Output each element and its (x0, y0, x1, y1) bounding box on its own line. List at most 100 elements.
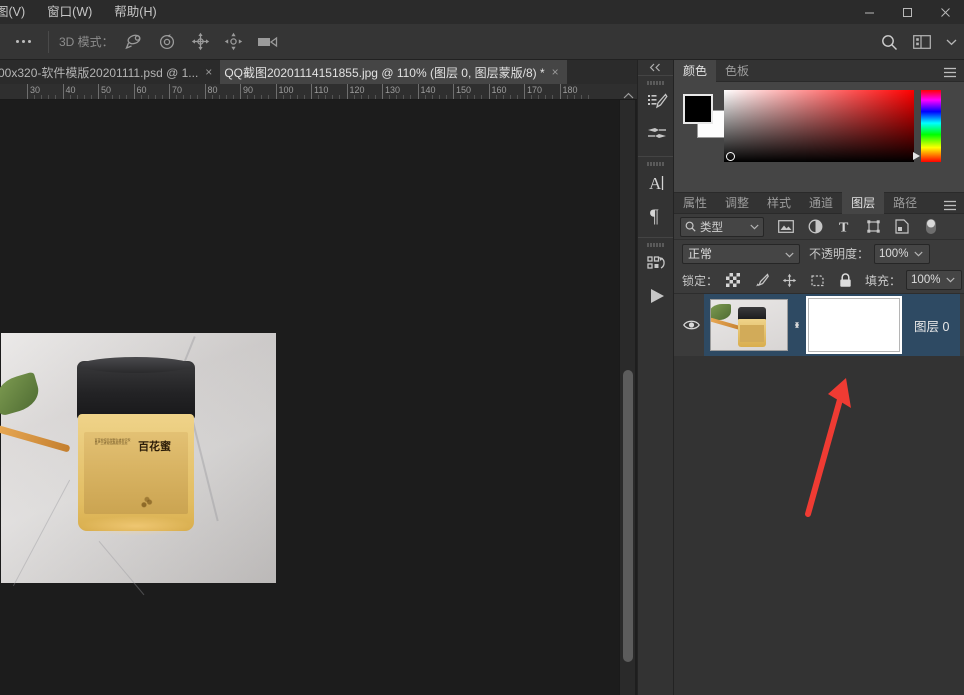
menu-help[interactable]: 帮助(H) (103, 0, 167, 24)
ruler-minor-tick (552, 95, 553, 99)
tab-layers[interactable]: 图层 (842, 192, 884, 214)
layer-filter-kind-select[interactable]: 类型 (680, 217, 764, 237)
lock-image-icon[interactable] (753, 272, 769, 288)
slide-3d-icon[interactable] (223, 31, 245, 53)
ruler-minor-tick (105, 95, 106, 99)
document-tab-2[interactable]: QQ截图20201114151855.jpg @ 110% (图层 0, 图层蒙… (220, 60, 566, 84)
brush-presets-icon[interactable] (638, 86, 675, 118)
ruler-tick-label: 110 (314, 85, 328, 95)
layer-filter-icons: T (777, 218, 940, 236)
ruler-minor-tick (474, 95, 475, 99)
layer-row[interactable]: 图层 0 (674, 294, 964, 356)
filter-adjustment-icon[interactable] (806, 218, 824, 236)
layer-name[interactable]: 图层 0 (914, 316, 949, 335)
roll-3d-icon[interactable] (157, 31, 179, 53)
scrollbar-thumb[interactable] (623, 370, 633, 662)
filter-toggle-icon[interactable] (922, 218, 940, 236)
lock-position-icon[interactable] (781, 272, 797, 288)
fill-field[interactable]: 100% (906, 270, 962, 290)
maximize-icon[interactable] (888, 0, 926, 24)
tab-adjustments[interactable]: 调整 (716, 192, 758, 214)
chevron-down-icon[interactable] (944, 35, 958, 49)
chevron-down-icon[interactable] (946, 274, 955, 286)
canvas-vertical-scrollbar[interactable] (619, 100, 635, 695)
ruler-tick-label: 50 (101, 85, 111, 95)
blend-mode-select[interactable]: 正常 (682, 244, 800, 264)
ruler-minor-tick (361, 95, 362, 99)
eye-icon[interactable] (678, 319, 704, 331)
ruler-minor-tick (233, 95, 234, 99)
lock-all-icon[interactable] (837, 272, 853, 288)
tab-paths[interactable]: 路径 (884, 192, 926, 214)
tab-swatches[interactable]: 色板 (716, 60, 758, 82)
ruler-minor-tick (112, 95, 113, 99)
filter-smartobject-icon[interactable] (893, 218, 911, 236)
filter-shape-icon[interactable] (864, 218, 882, 236)
blend-mode-value: 正常 (688, 245, 712, 262)
ruler-tick-label: 130 (385, 85, 400, 95)
panel-menu-icon[interactable] (943, 65, 957, 83)
document-tab-1[interactable]: 00x320-软件模版20201111.psd @ 1... × (0, 60, 220, 84)
brush-settings-icon[interactable] (638, 118, 675, 150)
filter-type-icon[interactable]: T (835, 218, 853, 236)
lock-transparency-icon[interactable] (725, 272, 741, 288)
filter-pixel-icon[interactable] (777, 218, 795, 236)
ruler-minor-tick (70, 95, 71, 99)
color-picker-marker[interactable] (726, 152, 735, 161)
ruler-minor-tick (503, 95, 504, 99)
tab-color[interactable]: 颜色 (674, 60, 716, 82)
ruler-minor-tick (481, 95, 482, 99)
layer-selected-row[interactable]: 图层 0 (704, 294, 960, 356)
blend-mode-row: 正常 不透明度： 100% (674, 240, 964, 267)
chevron-down-icon[interactable] (785, 247, 794, 261)
minimize-icon[interactable] (850, 0, 888, 24)
menu-window[interactable]: 窗口(W) (36, 0, 103, 24)
paragraph-panel-icon[interactable]: ¶ (638, 199, 675, 231)
panel-menu-icon[interactable] (943, 198, 957, 216)
chevron-down-icon[interactable] (914, 248, 923, 260)
close-tab-icon[interactable]: × (205, 65, 212, 79)
camera-3d-icon[interactable] (256, 31, 278, 53)
link-mask-icon[interactable] (788, 318, 806, 332)
fill-label: 填充： (865, 272, 901, 289)
chevron-up-icon[interactable] (623, 87, 634, 100)
ruler-minor-tick (339, 95, 340, 99)
close-tab-icon[interactable]: × (552, 65, 559, 79)
close-icon[interactable] (926, 0, 964, 24)
options-bar: 3D 模式： (0, 24, 964, 60)
color-spectrum[interactable] (724, 90, 914, 162)
history-panel-icon[interactable] (638, 248, 675, 280)
opacity-field[interactable]: 100% (874, 244, 930, 264)
tab-channels[interactable]: 通道 (800, 192, 842, 214)
opacity-label: 不透明度： (809, 245, 869, 262)
ruler-minor-tick (588, 95, 589, 99)
lock-artboard-icon[interactable] (809, 272, 825, 288)
ruler-minor-tick (332, 95, 333, 99)
chevron-down-icon[interactable] (750, 221, 759, 233)
ruler-minor-tick (325, 95, 326, 99)
hue-slider-marker[interactable] (913, 148, 921, 166)
options-divider (48, 31, 49, 53)
tab-properties[interactable]: 属性 (674, 192, 716, 214)
menu-view[interactable]: 图(V) (0, 0, 36, 24)
collapse-panels-icon[interactable] (638, 60, 673, 75)
layers-panel-tabs: 属性 调整 样式 通道 图层 路径 (674, 192, 964, 214)
character-panel-icon[interactable]: A (638, 167, 675, 199)
tool-options-overflow-icon[interactable] (0, 40, 46, 43)
search-icon[interactable] (878, 31, 900, 53)
layer-thumbnail[interactable] (710, 299, 788, 351)
actions-panel-icon[interactable] (638, 280, 675, 312)
workspace-icon[interactable] (911, 32, 933, 52)
foreground-color-swatch[interactable] (683, 94, 713, 124)
orbit-3d-icon[interactable] (124, 31, 146, 53)
ruler-minor-tick (389, 95, 390, 99)
tab-styles[interactable]: 样式 (758, 192, 800, 214)
ruler-minor-tick (446, 95, 447, 99)
pan-3d-icon[interactable] (190, 31, 212, 53)
canvas-area[interactable]: 百花蜜纯天然野生蜂蜜农家自产土蜂蜜结晶蜜原生态 百花蜜 (0, 100, 619, 695)
horizontal-ruler[interactable]: 3040506070809010011012013014015016017018… (0, 84, 637, 100)
ruler-tick-label: 100 (279, 85, 294, 95)
color-swatches (683, 94, 729, 140)
ruler-minor-tick (176, 95, 177, 99)
hue-slider[interactable] (921, 90, 941, 162)
